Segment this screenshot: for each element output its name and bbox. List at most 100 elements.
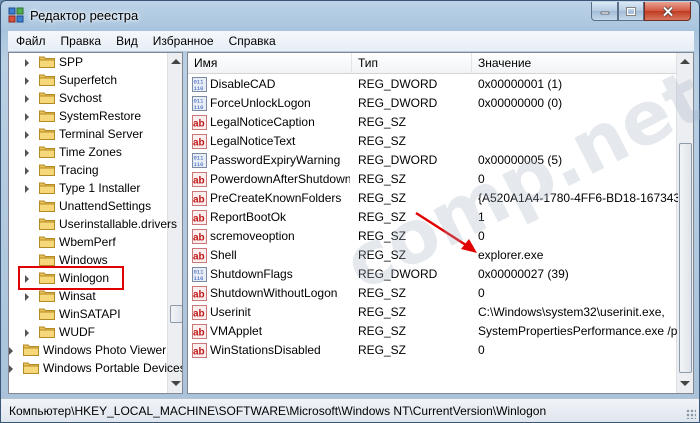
menu-file[interactable]: Файл bbox=[8, 31, 53, 51]
value-data: {A520A1A4-1780-4FF6-BD18-167343C5AF16} bbox=[478, 191, 678, 205]
value-data: 0 bbox=[478, 286, 485, 300]
value-name: DisableCAD bbox=[210, 77, 276, 91]
reg-string-icon: ab bbox=[192, 305, 207, 320]
folder-icon bbox=[39, 55, 55, 68]
tree-item-label: Windows Portable Devices bbox=[43, 361, 183, 375]
folder-icon bbox=[39, 109, 55, 122]
svg-text:110: 110 bbox=[194, 104, 204, 111]
expand-triangle-icon[interactable] bbox=[9, 347, 13, 355]
tree-item-wudf[interactable]: WUDF bbox=[9, 323, 169, 341]
value-row[interactable]: ab VMApplet REG_SZ SystemPropertiesPerforma… bbox=[188, 322, 678, 341]
scroll-down-arrow-icon[interactable] bbox=[680, 381, 690, 386]
tree-item-spp[interactable]: SPP bbox=[9, 53, 169, 71]
value-row[interactable]: 011 110 ShutdownFlags REG_DWORD 0x00000027 (… bbox=[188, 265, 678, 284]
title-bar[interactable]: Редактор реестра bbox=[1, 1, 699, 31]
value-data: 0x00000027 (39) bbox=[478, 267, 569, 281]
folder-icon bbox=[39, 325, 55, 338]
maximize-button[interactable] bbox=[618, 2, 644, 21]
registry-editor-window: Редактор реестра Файл Правка Вид Избранн… bbox=[0, 0, 700, 423]
expand-triangle-icon[interactable] bbox=[25, 77, 29, 85]
tree-item-systemrestore[interactable]: SystemRestore bbox=[9, 107, 169, 125]
annotation-arrow bbox=[415, 211, 477, 253]
status-path: Компьютер\HKEY_LOCAL_MACHINE\SOFTWARE\Mi… bbox=[9, 404, 547, 418]
value-name: PowerdownAfterShutdown bbox=[210, 172, 350, 186]
scroll-up-arrow-icon[interactable] bbox=[171, 59, 181, 64]
list-scrollbar-thumb[interactable] bbox=[679, 143, 692, 373]
resize-grip-icon[interactable] bbox=[686, 409, 696, 419]
value-data: 0x00000001 (1) bbox=[478, 77, 563, 91]
svg-text:ab: ab bbox=[193, 214, 205, 225]
expand-triangle-icon[interactable] bbox=[25, 113, 29, 121]
folder-icon bbox=[39, 199, 55, 212]
minimize-button[interactable] bbox=[591, 2, 618, 21]
expand-triangle-icon[interactable] bbox=[9, 365, 13, 373]
close-button[interactable] bbox=[644, 2, 691, 21]
column-header-data[interactable]: Значение bbox=[472, 53, 678, 74]
tree-item-wbemperf[interactable]: WbemPerf bbox=[9, 233, 169, 251]
value-row[interactable]: ab Userinit REG_SZ C:\Windows\system32\user… bbox=[188, 303, 678, 322]
expand-triangle-icon[interactable] bbox=[25, 131, 29, 139]
value-data: 0x00000005 (5) bbox=[478, 153, 563, 167]
value-row[interactable]: 011 110 DisableCAD REG_DWORD 0x00000001 (1) bbox=[188, 75, 678, 94]
scroll-up-arrow-icon[interactable] bbox=[680, 59, 690, 64]
tree-item-windows-photo-viewer[interactable]: Windows Photo Viewer bbox=[9, 341, 169, 359]
tree-item-label: Winsat bbox=[59, 289, 96, 303]
value-row[interactable]: 011 110 PasswordExpiryWarning REG_DWORD 0x00… bbox=[188, 151, 678, 170]
expand-triangle-icon[interactable] bbox=[25, 59, 29, 67]
value-row[interactable]: ab LegalNoticeCaption REG_SZ bbox=[188, 113, 678, 132]
value-name: PreCreateKnownFolders bbox=[210, 191, 342, 205]
tree-item-terminal-server[interactable]: Terminal Server bbox=[9, 125, 169, 143]
expand-triangle-icon[interactable] bbox=[25, 329, 29, 337]
value-row[interactable]: ab LegalNoticeText REG_SZ bbox=[188, 132, 678, 151]
column-header-name[interactable]: Имя bbox=[188, 53, 352, 74]
value-row[interactable]: ab PowerdownAfterShutdown REG_SZ 0 bbox=[188, 170, 678, 189]
key-tree-pane[interactable]: SPP Superfetch Svchost SystemRestore Termina… bbox=[8, 52, 183, 394]
menu-favorites[interactable]: Избранное bbox=[145, 31, 221, 51]
regedit-app-icon bbox=[8, 7, 24, 23]
menu-edit[interactable]: Правка bbox=[53, 31, 109, 51]
expand-triangle-icon[interactable] bbox=[25, 95, 29, 103]
tree-item-label: UnattendSettings bbox=[59, 199, 152, 213]
folder-icon bbox=[39, 163, 55, 176]
scroll-down-arrow-icon[interactable] bbox=[171, 381, 181, 386]
expand-triangle-icon[interactable] bbox=[25, 149, 29, 157]
tree-item-label: SystemRestore bbox=[59, 109, 142, 123]
folder-icon bbox=[39, 307, 55, 320]
tree-item-svchost[interactable]: Svchost bbox=[9, 89, 169, 107]
tree-item-winsatapi[interactable]: WinSATAPI bbox=[9, 305, 169, 323]
tree-item-userinstallable-drivers[interactable]: Userinstallable.drivers bbox=[9, 215, 177, 233]
minimize-icon bbox=[600, 11, 609, 15]
value-row[interactable]: ab WinStationsDisabled REG_SZ 0 bbox=[188, 341, 678, 360]
svg-text:ab: ab bbox=[193, 328, 205, 339]
value-row[interactable]: ab ShutdownWithoutLogon REG_SZ 0 bbox=[188, 284, 678, 303]
expand-triangle-icon[interactable] bbox=[25, 167, 29, 175]
tree-item-windows-portable-devices[interactable]: Windows Portable Devices bbox=[9, 359, 182, 377]
value-data: C:\Windows\system32\userinit.exe, bbox=[478, 305, 665, 319]
value-name: ShutdownFlags bbox=[210, 267, 293, 281]
value-name: PasswordExpiryWarning bbox=[210, 153, 341, 167]
reg-dword-icon: 011 110 bbox=[192, 153, 207, 168]
value-type: REG_DWORD bbox=[358, 77, 438, 91]
list-vertical-scrollbar[interactable] bbox=[676, 53, 693, 393]
svg-text:ab: ab bbox=[193, 176, 205, 187]
value-type: REG_SZ bbox=[358, 172, 407, 186]
tree-item-tracing[interactable]: Tracing bbox=[9, 161, 169, 179]
value-name: ShutdownWithoutLogon bbox=[210, 286, 338, 300]
reg-string-icon: ab bbox=[192, 324, 207, 339]
tree-item-time-zones[interactable]: Time Zones bbox=[9, 143, 169, 161]
tree-item-superfetch[interactable]: Superfetch bbox=[9, 71, 169, 89]
winlogon-highlight-box bbox=[18, 266, 124, 290]
expand-triangle-icon[interactable] bbox=[25, 293, 29, 301]
svg-text:ab: ab bbox=[193, 119, 205, 130]
tree-item-unattendsettings[interactable]: UnattendSettings bbox=[9, 197, 169, 215]
folder-icon bbox=[39, 91, 55, 104]
expand-triangle-icon[interactable] bbox=[25, 185, 29, 193]
tree-item-label: Tracing bbox=[59, 163, 99, 177]
menu-view[interactable]: Вид bbox=[108, 31, 145, 51]
reg-string-icon: ab bbox=[192, 191, 207, 206]
menu-help[interactable]: Справка bbox=[221, 31, 283, 51]
tree-scrollbar-thumb[interactable] bbox=[170, 305, 182, 323]
column-header-type[interactable]: Тип bbox=[352, 53, 472, 74]
value-row[interactable]: 011 110 ForceUnlockLogon REG_DWORD 0x0000000… bbox=[188, 94, 678, 113]
tree-item-type-1-installer[interactable]: Type 1 Installer bbox=[9, 179, 169, 197]
